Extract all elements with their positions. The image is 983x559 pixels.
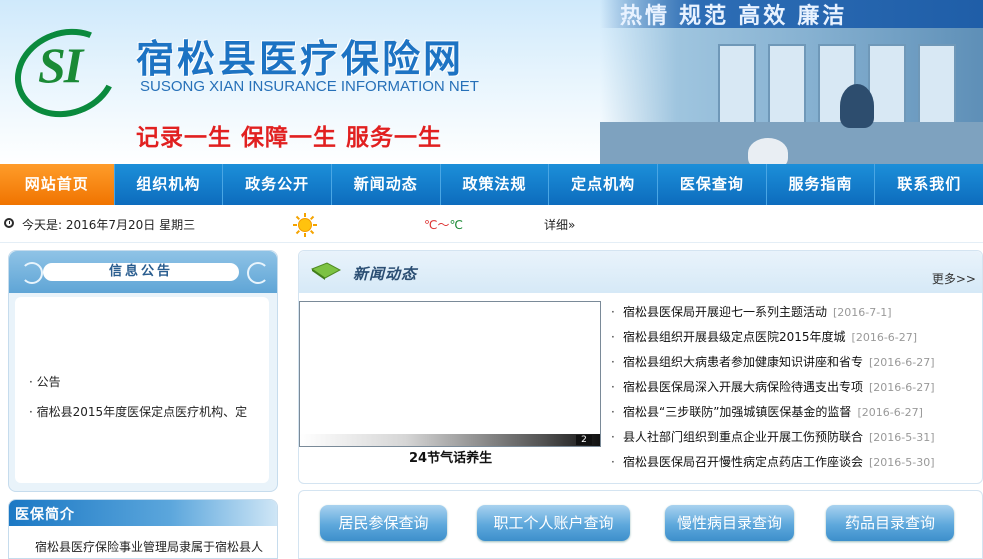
ornament-icon [247,262,269,284]
news-item[interactable]: · 宿松县组织大病患者参加健康知识讲座和省专 [2016-6-27] [611,353,981,375]
news-item[interactable]: · 宿松县医保局召开慢性病定点药店工作座谈会 [2016-5-30] [611,453,981,475]
news-slideshow[interactable]: 2 [299,301,601,447]
sun-icon [293,213,317,237]
employee-account-query-button[interactable]: 职工个人账户查询 [477,505,630,541]
news-title: 新闻动态 [353,265,418,283]
site-header: 热情 规范 高效 廉洁 SI 宿松县医疗保险网 SUSONG XIAN INSU… [0,0,983,164]
nav-government-affairs[interactable]: 政务公开 [223,164,332,205]
nav-service-guide[interactable]: 服务指南 [767,164,876,205]
news-item-title: 县人社部门组织到重点企业开展工伤预防联合 [623,430,864,444]
notice-title: 信息公告 [43,263,239,281]
staff-figure [840,84,874,128]
news-item-date: [2016-6-27] [869,381,935,394]
news-item-title: 宿松县组织大病患者参加健康知识讲座和省专 [623,355,864,369]
news-icon [311,262,341,280]
news-item[interactable]: · 宿松县“三步联防”加强城镇医保基金的监督 [2016-6-27] [611,403,981,425]
header-banner: 热情 规范 高效 廉洁 [600,0,983,28]
weather-detail-link[interactable]: 详细» [544,216,575,233]
query-panel: 居民参保查询 职工个人账户查询 慢性病目录查询 药品目录查询 [298,490,983,559]
news-item-date: [2016-6-27] [851,331,918,344]
nav-policies[interactable]: 政策法规 [441,164,550,205]
notice-header: 信息公告 [9,251,277,293]
temperature-low: ℃～ [424,218,450,232]
news-item-date: [2016-5-30] [869,456,935,469]
nav-organization[interactable]: 组织机构 [115,164,224,205]
news-item-date: [2016-6-27] [869,356,935,369]
resident-insurance-query-button[interactable]: 居民参保查询 [320,505,447,541]
clock-icon [4,218,14,228]
news-header: 新闻动态 更多>> [299,251,982,293]
news-item-date: [2016-5-31] [869,431,935,444]
slideshow-bar: 2 [300,434,600,446]
news-item[interactable]: · 宿松县组织开展县级定点医院2015年度城 [2016-6-27] [611,328,981,350]
chronic-disease-query-button[interactable]: 慢性病目录查询 [665,505,794,541]
intro-title: 医保简介 [15,507,75,523]
intro-text: 宿松县医疗保险事业管理局隶属于宿松县人 [35,540,264,554]
date-bar: 今天是: 2016年7月20日 星期三 ℃～℃ 详细» [0,205,983,243]
news-item-title: 宿松县医保局开展迎七一系列主题活动 [623,305,828,319]
nav-contact[interactable]: 联系我们 [875,164,983,205]
drug-catalog-query-button[interactable]: 药品目录查询 [826,505,954,541]
visitor-figure [748,138,788,164]
news-item-date: [2016-6-27] [857,406,923,419]
news-item-title: 宿松县组织开展县级定点医院2015年度城 [623,330,846,344]
site-logo[interactable]: SI [2,14,130,132]
notice-item[interactable]: · 公告 [29,373,61,390]
service-window [918,44,956,124]
service-counter [600,122,983,164]
service-window [718,44,756,124]
logo-text: SI [38,37,83,93]
temperature-high: ℃ [449,218,463,232]
temperature: ℃～℃ [424,216,463,233]
ornament-icon [21,262,43,284]
slide-number-button[interactable]: 2 [576,435,592,445]
nav-news[interactable]: 新闻动态 [332,164,441,205]
nav-designated-institutions[interactable]: 定点机构 [549,164,658,205]
site-motto: 记录一生 保障一生 服务一生 [136,125,443,151]
intro-panel: 医保简介 宿松县医疗保险事业管理局隶属于宿松县人 [8,499,278,559]
news-panel: 新闻动态 更多>> 2 24节气话养生 · 宿松县医保局开展迎七一系列主题活动 [2… [298,250,983,484]
main-nav: 网站首页 组织机构 政务公开 新闻动态 政策法规 定点机构 医保查询 服务指南 … [0,164,983,205]
nav-home[interactable]: 网站首页 [0,164,115,205]
news-item-date: [2016-7-1] [833,306,892,319]
slide-caption[interactable]: 24节气话养生 [409,447,492,466]
news-item-title: 宿松县“三步联防”加强城镇医保基金的监督 [623,405,852,419]
news-more-link[interactable]: 更多>> [932,270,976,287]
news-item-title: 宿松县医保局深入开展大病保险待遇支出专项 [623,380,864,394]
service-window [768,44,806,124]
news-item[interactable]: · 宿松县医保局深入开展大病保险待遇支出专项 [2016-6-27] [611,378,981,400]
news-item-title: 宿松县医保局召开慢性病定点药店工作座谈会 [623,455,864,469]
news-item[interactable]: · 县人社部门组织到重点企业开展工伤预防联合 [2016-5-31] [611,428,981,450]
nav-insurance-query[interactable]: 医保查询 [658,164,767,205]
header-photo: 热情 规范 高效 廉洁 [600,0,983,164]
current-date: 今天是: 2016年7月20日 星期三 [22,218,196,232]
intro-header: 医保简介 [9,500,277,526]
site-title: 宿松县医疗保险网 [136,37,465,81]
banner-slogan: 热情 规范 高效 廉洁 [620,3,848,28]
notice-item[interactable]: · 宿松县2015年度医保定点医疗机构、定 [29,403,247,420]
notice-list: · 公告 · 宿松县2015年度医保定点医疗机构、定 [15,297,269,483]
site-subtitle: SUSONG XIAN INSURANCE INFORMATION NET [140,78,479,95]
news-item[interactable]: · 宿松县医保局开展迎七一系列主题活动 [2016-7-1] [611,303,981,325]
notice-panel: 信息公告 · 公告 · 宿松县2015年度医保定点医疗机构、定 [8,250,278,492]
